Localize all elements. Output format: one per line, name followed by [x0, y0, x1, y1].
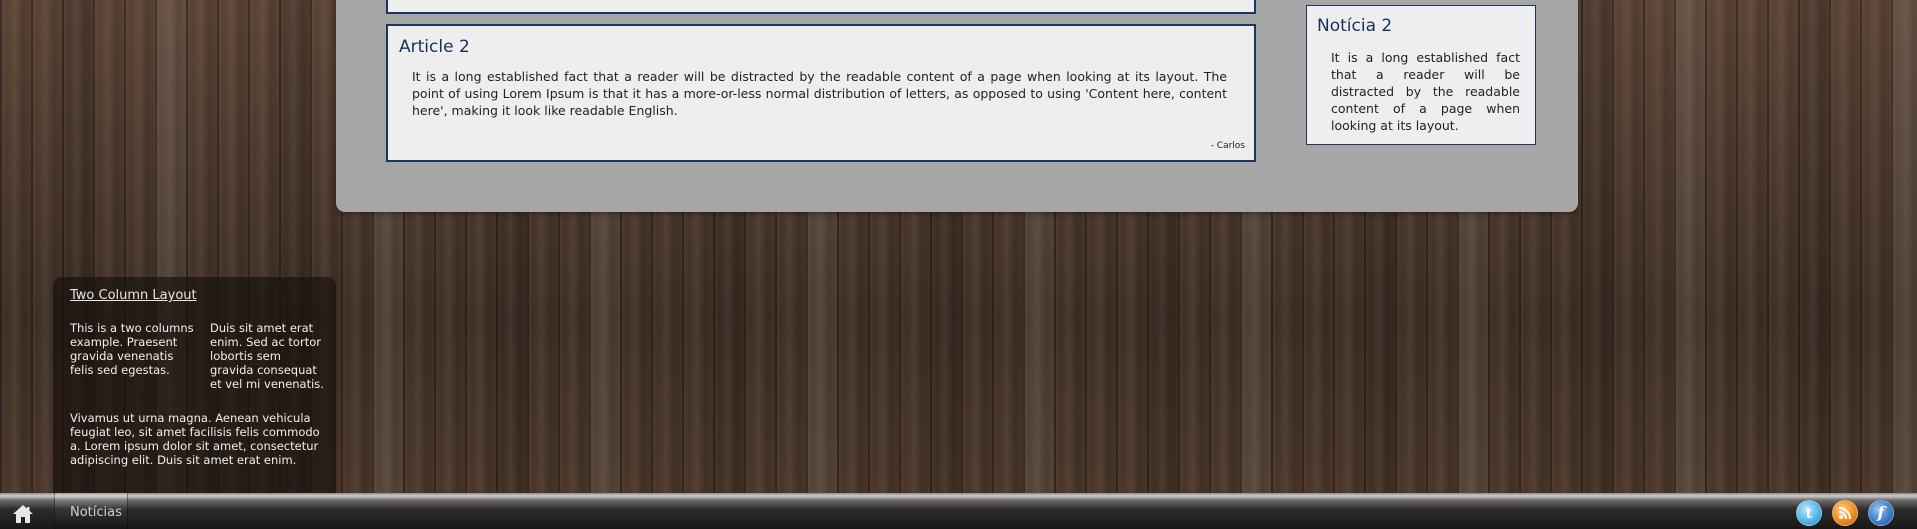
news-box: Notícia 2 It is a long established fact … — [1306, 5, 1536, 145]
panel-column-right: Duis sit amet erat enim. Sed ac tortor l… — [210, 321, 324, 391]
article-1-box — [386, 0, 1256, 14]
facebook-icon[interactable]: f — [1868, 500, 1894, 526]
twitter-icon[interactable]: t — [1796, 500, 1822, 526]
home-icon[interactable] — [12, 504, 34, 524]
nav-item-label: Notícias — [70, 505, 122, 520]
panel-column-left: This is a two columns example. Praesent … — [70, 321, 194, 377]
news-title: Notícia 2 — [1317, 16, 1393, 36]
panel-paragraph: Vivamus ut urna magna. Aenean vehicula f… — [70, 411, 320, 467]
article-title: Article 2 — [399, 37, 470, 57]
article-2-box: Article 2 It is a long established fact … — [386, 24, 1256, 162]
article-author: - Carlos — [1210, 141, 1245, 151]
article-body: It is a long established fact that a rea… — [412, 69, 1227, 118]
two-column-panel: Two Column Layout This is a two columns … — [53, 277, 336, 493]
rss-icon[interactable] — [1832, 500, 1858, 526]
two-column-layout-link[interactable]: Two Column Layout — [70, 289, 197, 303]
main-content-container: Article 2 It is a long established fact … — [336, 0, 1578, 212]
bottom-nav-bar: Notícias t f — [0, 493, 1917, 529]
news-body: It is a long established fact that a rea… — [1331, 50, 1520, 133]
nav-item-noticias[interactable]: Notícias — [54, 493, 128, 529]
